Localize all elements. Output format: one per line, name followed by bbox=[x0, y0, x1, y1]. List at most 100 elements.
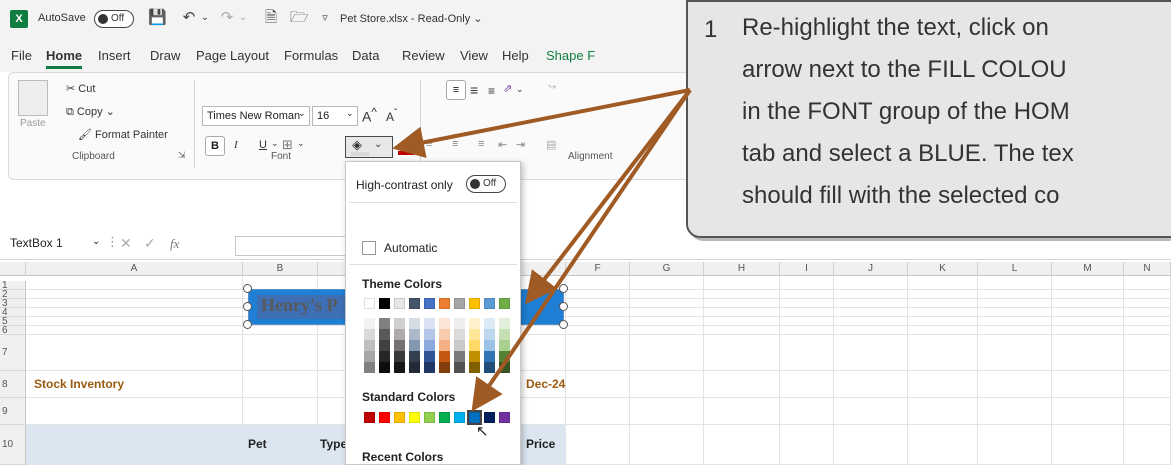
standard-colour-swatch[interactable] bbox=[394, 412, 405, 423]
theme-shade-swatch[interactable] bbox=[499, 318, 510, 329]
orientation-icon[interactable]: ⇗ bbox=[503, 82, 512, 95]
theme-shade-swatch[interactable] bbox=[364, 351, 375, 362]
standard-colour-swatch[interactable] bbox=[409, 412, 420, 423]
row-header-7[interactable]: 7 bbox=[0, 335, 26, 371]
cell-c10[interactable]: Type bbox=[320, 437, 347, 451]
shrink-font-button[interactable]: Aˇ bbox=[386, 108, 397, 124]
standard-colour-swatch[interactable] bbox=[364, 412, 375, 423]
theme-shade-swatch[interactable] bbox=[424, 351, 435, 362]
enter-icon[interactable]: ✓ bbox=[144, 235, 156, 252]
column-header-m[interactable]: M bbox=[1052, 262, 1124, 276]
copy-button[interactable]: ⧉ Copy ⌄ bbox=[66, 105, 115, 119]
bottom-align-icon[interactable]: ≡ bbox=[488, 84, 495, 98]
tab-page-layout[interactable]: Page Layout bbox=[196, 48, 269, 63]
theme-shade-swatch[interactable] bbox=[424, 362, 435, 373]
theme-shade-swatch[interactable] bbox=[469, 329, 480, 340]
theme-shade-swatch[interactable] bbox=[484, 351, 495, 362]
theme-colour-swatch[interactable] bbox=[439, 298, 450, 309]
theme-shade-swatch[interactable] bbox=[469, 318, 480, 329]
theme-shade-swatch[interactable] bbox=[394, 351, 405, 362]
select-all-corner[interactable] bbox=[0, 262, 26, 276]
tab-home[interactable]: Home bbox=[46, 48, 83, 69]
redo-dropdown-icon[interactable]: ⌄ bbox=[234, 9, 252, 27]
tab-view[interactable]: View bbox=[460, 48, 488, 63]
theme-shade-swatch[interactable] bbox=[364, 318, 375, 329]
theme-colour-swatch[interactable] bbox=[484, 298, 495, 309]
theme-shade-swatch[interactable] bbox=[499, 351, 510, 362]
tab-help[interactable]: Help bbox=[502, 48, 529, 63]
theme-shade-swatch[interactable] bbox=[439, 318, 450, 329]
column-header-k[interactable]: K bbox=[908, 262, 978, 276]
theme-shade-swatch[interactable] bbox=[364, 340, 375, 351]
row-header-6[interactable]: 6 bbox=[0, 326, 26, 336]
column-header-b[interactable]: B bbox=[243, 262, 318, 276]
top-align-icon[interactable]: ≡ bbox=[446, 80, 466, 100]
theme-shade-swatch[interactable] bbox=[469, 340, 480, 351]
cut-button[interactable]: ✂ Cut bbox=[66, 82, 95, 95]
new-file-icon[interactable]: 🗎 bbox=[262, 9, 280, 27]
align-right-icon[interactable]: ≡ bbox=[478, 138, 484, 150]
theme-shade-swatch[interactable] bbox=[454, 351, 465, 362]
insert-function-icon[interactable]: fx bbox=[170, 236, 179, 252]
theme-shade-swatch[interactable] bbox=[454, 340, 465, 351]
cell-b10[interactable]: Pet bbox=[248, 437, 267, 451]
theme-shade-swatch[interactable] bbox=[409, 329, 420, 340]
column-header-a[interactable]: A bbox=[26, 262, 243, 276]
cancel-icon[interactable]: ✕ bbox=[120, 235, 132, 252]
middle-align-icon[interactable]: ≡ bbox=[470, 82, 478, 98]
theme-shade-swatch[interactable] bbox=[424, 340, 435, 351]
theme-shade-swatch[interactable] bbox=[484, 329, 495, 340]
autosave-toggle[interactable]: Off bbox=[94, 10, 134, 28]
wrap-text-icon[interactable]: ↪ bbox=[548, 82, 556, 93]
theme-shade-swatch[interactable] bbox=[454, 329, 465, 340]
tab-insert[interactable]: Insert bbox=[98, 48, 131, 63]
theme-shade-swatch[interactable] bbox=[409, 351, 420, 362]
theme-colour-swatch[interactable] bbox=[409, 298, 420, 309]
standard-colour-swatch[interactable] bbox=[454, 412, 465, 423]
theme-colour-swatch[interactable] bbox=[499, 298, 510, 309]
theme-shade-swatch[interactable] bbox=[499, 340, 510, 351]
cell-e8[interactable]: Dec-24 bbox=[526, 377, 565, 391]
theme-shade-swatch[interactable] bbox=[379, 318, 390, 329]
fill-colour-button[interactable]: ◈ ⌄ bbox=[345, 136, 393, 158]
decrease-indent-icon[interactable]: ⇤ bbox=[498, 138, 507, 151]
tab-data[interactable]: Data bbox=[352, 48, 379, 63]
resize-handle[interactable] bbox=[559, 284, 568, 293]
theme-shade-swatch[interactable] bbox=[469, 362, 480, 373]
column-header-n[interactable]: N bbox=[1124, 262, 1171, 276]
increase-indent-icon[interactable]: ⇥ bbox=[516, 138, 525, 151]
standard-colour-swatch[interactable] bbox=[439, 412, 450, 423]
grow-font-button[interactable]: A^ bbox=[362, 106, 377, 125]
column-header-l[interactable]: L bbox=[978, 262, 1052, 276]
cell-a8[interactable]: Stock Inventory bbox=[34, 377, 124, 391]
theme-shade-swatch[interactable] bbox=[484, 318, 495, 329]
open-folder-icon[interactable]: 🗁 bbox=[290, 9, 309, 27]
theme-shade-swatch[interactable] bbox=[439, 340, 450, 351]
high-contrast-toggle[interactable]: Off bbox=[466, 175, 506, 193]
theme-shade-swatch[interactable] bbox=[484, 362, 495, 373]
resize-handle[interactable] bbox=[243, 284, 252, 293]
theme-colour-swatch[interactable] bbox=[379, 298, 390, 309]
automatic-swatch[interactable] bbox=[362, 241, 376, 255]
resize-handle[interactable] bbox=[243, 320, 252, 329]
theme-shade-swatch[interactable] bbox=[469, 351, 480, 362]
cell-e10[interactable]: Price bbox=[526, 437, 555, 451]
resize-handle[interactable] bbox=[559, 302, 568, 311]
theme-shade-swatch[interactable] bbox=[424, 329, 435, 340]
theme-shade-swatch[interactable] bbox=[379, 329, 390, 340]
formula-input[interactable] bbox=[235, 236, 355, 256]
theme-shade-swatch[interactable] bbox=[454, 362, 465, 373]
theme-shade-swatch[interactable] bbox=[409, 340, 420, 351]
resize-handle[interactable] bbox=[243, 302, 252, 311]
format-painter-button[interactable]: 🖌 Format Painter bbox=[78, 128, 168, 141]
theme-colour-swatch[interactable] bbox=[454, 298, 465, 309]
column-header-f[interactable]: F bbox=[566, 262, 630, 276]
theme-shade-swatch[interactable] bbox=[379, 351, 390, 362]
standard-colour-swatch[interactable] bbox=[424, 412, 435, 423]
theme-colour-swatch[interactable] bbox=[394, 298, 405, 309]
customize-icon[interactable]: ▿ bbox=[316, 9, 334, 27]
tab-formulas[interactable]: Formulas bbox=[284, 48, 338, 63]
theme-shade-swatch[interactable] bbox=[364, 362, 375, 373]
theme-shade-swatch[interactable] bbox=[394, 340, 405, 351]
row-header-10[interactable]: 10 bbox=[0, 425, 26, 465]
